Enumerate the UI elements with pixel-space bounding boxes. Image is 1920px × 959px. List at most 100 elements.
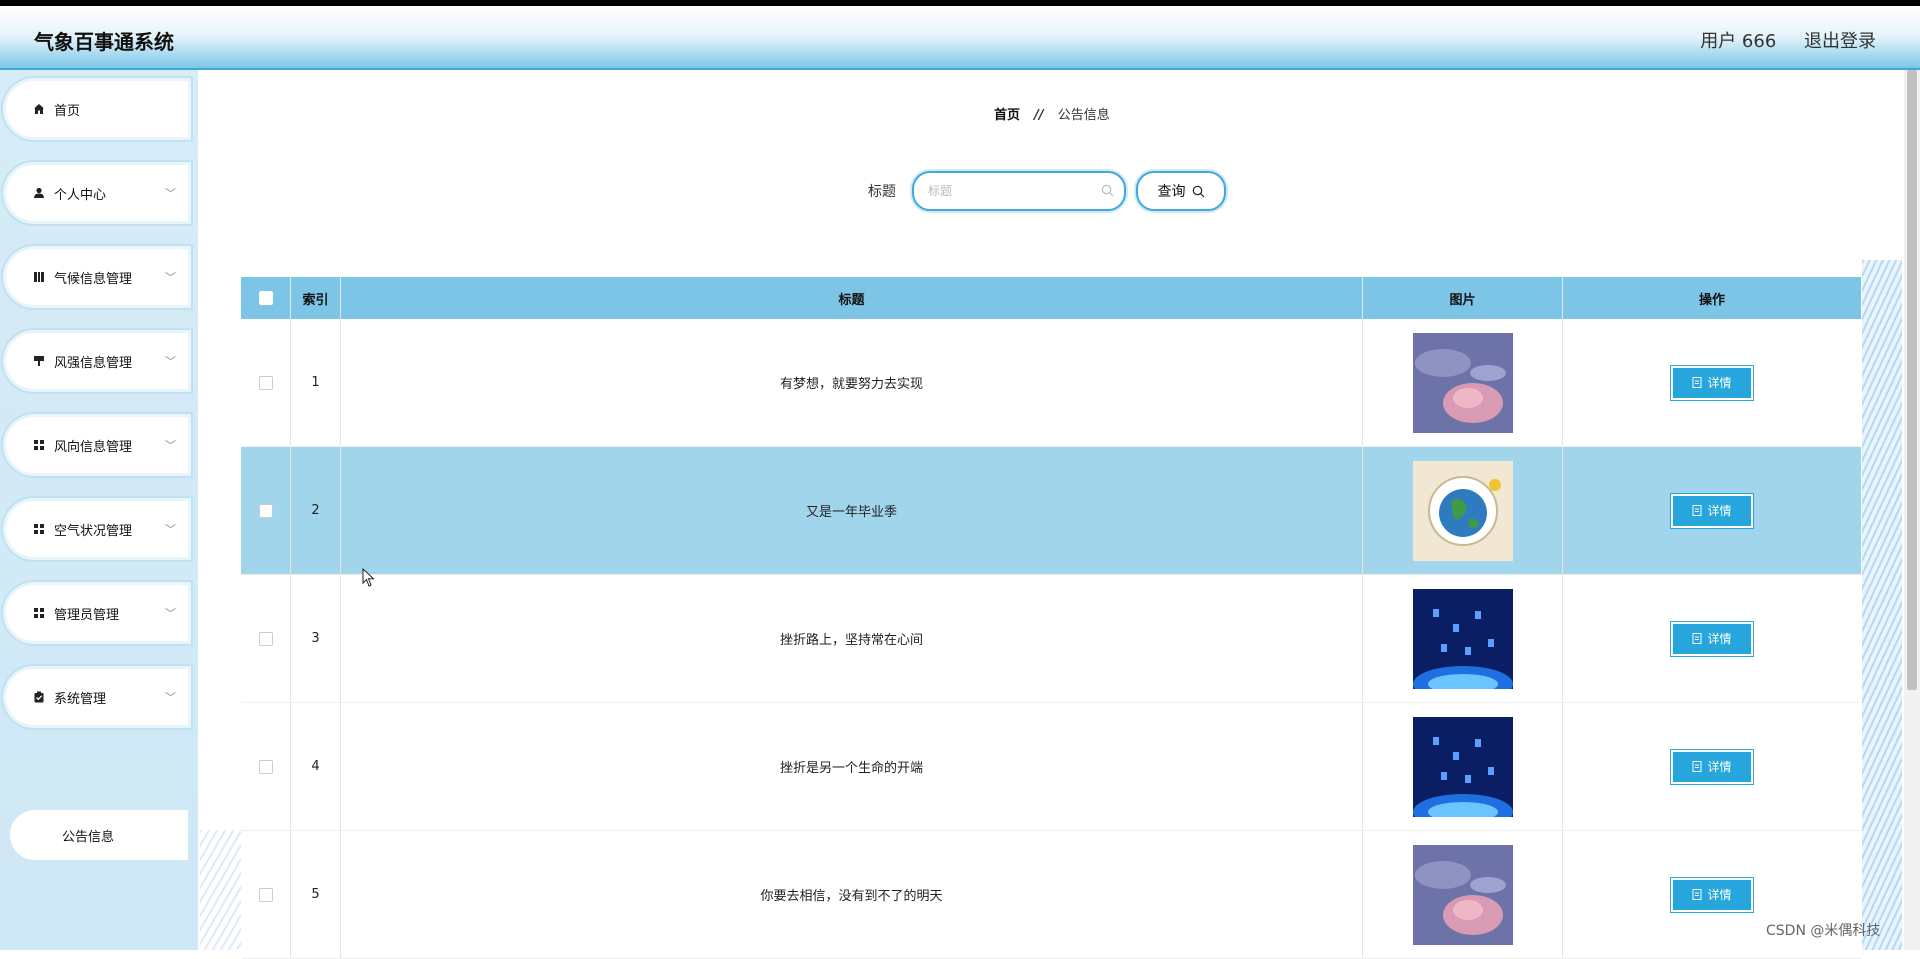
chevron-down-icon: ﹀ bbox=[165, 187, 176, 200]
header-user-area: 用户 666 退出登录 bbox=[1678, 27, 1876, 53]
row-index: 3 bbox=[291, 575, 341, 702]
sidebar: 首页 个人中心 ﹀ 气候信息管理 ﹀ 风强信息管理 ﹀ 风向信息管理 ﹀ 空气状… bbox=[0, 70, 198, 950]
chevron-down-icon: ﹀ bbox=[165, 691, 176, 704]
detail-button-label: 详情 bbox=[1707, 888, 1732, 902]
search-field[interactable] bbox=[912, 171, 1126, 211]
sidebar-item-air-quality[interactable]: 空气状况管理 ﹀ bbox=[6, 501, 188, 557]
row-image-cell bbox=[1363, 703, 1563, 830]
row-title: 挫折路上，坚持常在心间 bbox=[341, 575, 1363, 702]
page-scrollbar[interactable] bbox=[1904, 70, 1920, 950]
chevron-down-icon: ﹀ bbox=[165, 607, 176, 620]
decorative-wave-right bbox=[1862, 260, 1902, 950]
row-checkbox[interactable] bbox=[258, 503, 273, 518]
search-input[interactable] bbox=[926, 181, 1090, 201]
breadcrumb-current: 公告信息 bbox=[1057, 108, 1110, 123]
table-row[interactable]: 3 挫折路上，坚持常在心间 详情 bbox=[241, 575, 1861, 703]
row-title: 挫折是另一个生命的开端 bbox=[341, 703, 1363, 830]
sidebar-item-wind-direction[interactable]: 风向信息管理 ﹀ bbox=[6, 417, 188, 473]
detail-button[interactable]: 详情 bbox=[1671, 621, 1753, 656]
sidebar-item-label: 空气状况管理 bbox=[54, 523, 133, 539]
table-row[interactable]: 5 你要去相信，没有到不了的明天 详情 bbox=[241, 831, 1861, 959]
detail-button[interactable]: 详情 bbox=[1671, 749, 1753, 784]
mouse-cursor-icon bbox=[362, 568, 375, 587]
row-checkbox[interactable] bbox=[258, 631, 273, 646]
sidebar-item-personal-center[interactable]: 个人中心 ﹀ bbox=[6, 165, 188, 221]
row-image-cell bbox=[1363, 831, 1563, 958]
satellite-cloud-image bbox=[1412, 332, 1513, 433]
grid-icon bbox=[32, 522, 46, 536]
header-action: 操作 bbox=[1698, 292, 1725, 308]
table-row[interactable]: 1 有梦想，就要努力去实现 详情 bbox=[241, 319, 1861, 447]
sidebar-item-label: 风向信息管理 bbox=[54, 439, 133, 455]
sidebar-item-label: 气候信息管理 bbox=[54, 271, 133, 287]
breadcrumb-home[interactable]: 首页 bbox=[994, 108, 1020, 123]
detail-button-label: 详情 bbox=[1707, 376, 1732, 390]
blue-tech-image bbox=[1412, 588, 1513, 689]
detail-button[interactable]: 详情 bbox=[1671, 493, 1753, 528]
sidebar-item-label: 系统管理 bbox=[54, 691, 107, 707]
announcement-table: 索引 标题 图片 操作 1 有梦想，就要努力去实现 详情 2 又是一年毕业季 详… bbox=[241, 277, 1861, 959]
table-row[interactable]: 4 挫折是另一个生命的开端 详情 bbox=[241, 703, 1861, 831]
header-image: 图片 bbox=[1363, 277, 1563, 319]
sidebar-item-label: 首页 bbox=[54, 103, 81, 119]
earth-globe-image bbox=[1412, 460, 1513, 561]
table-row[interactable]: 2 又是一年毕业季 详情 bbox=[241, 447, 1861, 575]
chevron-down-icon: ﹀ bbox=[165, 271, 176, 284]
logout-link[interactable]: 退出登录 bbox=[1804, 31, 1876, 52]
row-checkbox-cell bbox=[241, 831, 291, 958]
clipboard-icon bbox=[32, 690, 46, 704]
grid-icon bbox=[32, 606, 46, 620]
row-index: 5 bbox=[291, 831, 341, 958]
satellite-cloud-image bbox=[1412, 844, 1513, 945]
document-icon bbox=[1692, 889, 1702, 900]
chevron-down-icon: ﹀ bbox=[165, 355, 176, 368]
detail-button-label: 详情 bbox=[1707, 504, 1732, 518]
detail-button[interactable]: 详情 bbox=[1671, 877, 1753, 912]
chevron-down-icon: ﹀ bbox=[165, 439, 176, 452]
book-icon bbox=[32, 270, 46, 284]
sidebar-item-system[interactable]: 系统管理 ﹀ bbox=[6, 669, 188, 725]
sidebar-item-climate[interactable]: 气候信息管理 ﹀ bbox=[6, 249, 188, 305]
sidebar-item-label: 个人中心 bbox=[54, 187, 107, 203]
query-button-label: 查询 bbox=[1157, 184, 1186, 200]
row-action-cell: 详情 bbox=[1563, 703, 1861, 830]
app-title: 气象百事通系统 bbox=[34, 30, 174, 54]
row-action-cell: 详情 bbox=[1563, 447, 1861, 574]
select-all-checkbox[interactable] bbox=[258, 291, 273, 305]
grid-icon bbox=[32, 438, 46, 452]
sidebar-item-label: 风强信息管理 bbox=[54, 355, 133, 371]
header-select-all-cell bbox=[241, 277, 291, 319]
row-checkbox[interactable] bbox=[258, 887, 273, 902]
sidebar-item-home[interactable]: 首页 bbox=[6, 81, 188, 137]
row-image-cell bbox=[1363, 447, 1563, 574]
header-index: 索引 bbox=[291, 277, 341, 319]
chevron-down-icon: ﹀ bbox=[165, 523, 176, 536]
detail-button[interactable]: 详情 bbox=[1671, 365, 1753, 400]
watermark: CSDN @米偶科技 bbox=[1766, 923, 1881, 939]
row-title: 又是一年毕业季 bbox=[341, 447, 1363, 574]
row-checkbox[interactable] bbox=[258, 375, 273, 390]
search-label: 标题 bbox=[868, 184, 896, 200]
sidebar-item-admin[interactable]: 管理员管理 ﹀ bbox=[6, 585, 188, 641]
search-icon bbox=[1192, 185, 1204, 197]
row-checkbox-cell bbox=[241, 703, 291, 830]
home-icon bbox=[32, 102, 46, 116]
row-index: 2 bbox=[291, 447, 341, 574]
user-name: 用户 666 bbox=[1700, 31, 1777, 52]
row-title: 有梦想，就要努力去实现 bbox=[341, 319, 1363, 446]
scrollbar-thumb[interactable] bbox=[1907, 70, 1917, 690]
sidebar-item-wind-strength[interactable]: 风强信息管理 ﹀ bbox=[6, 333, 188, 389]
row-index: 1 bbox=[291, 319, 341, 446]
row-image-cell bbox=[1363, 319, 1563, 446]
row-title: 你要去相信，没有到不了的明天 bbox=[341, 831, 1363, 958]
search-icon bbox=[1101, 182, 1114, 201]
detail-button-label: 详情 bbox=[1707, 760, 1732, 774]
breadcrumb-separator: // bbox=[1034, 108, 1044, 123]
table-header: 索引 标题 图片 操作 bbox=[241, 277, 1861, 319]
document-icon bbox=[1692, 633, 1702, 644]
query-button[interactable]: 查询 bbox=[1136, 171, 1226, 211]
sidebar-subitem-announcement[interactable]: 公告信息 bbox=[10, 810, 188, 860]
row-checkbox[interactable] bbox=[258, 759, 273, 774]
row-index: 4 bbox=[291, 703, 341, 830]
row-image-cell bbox=[1363, 575, 1563, 702]
